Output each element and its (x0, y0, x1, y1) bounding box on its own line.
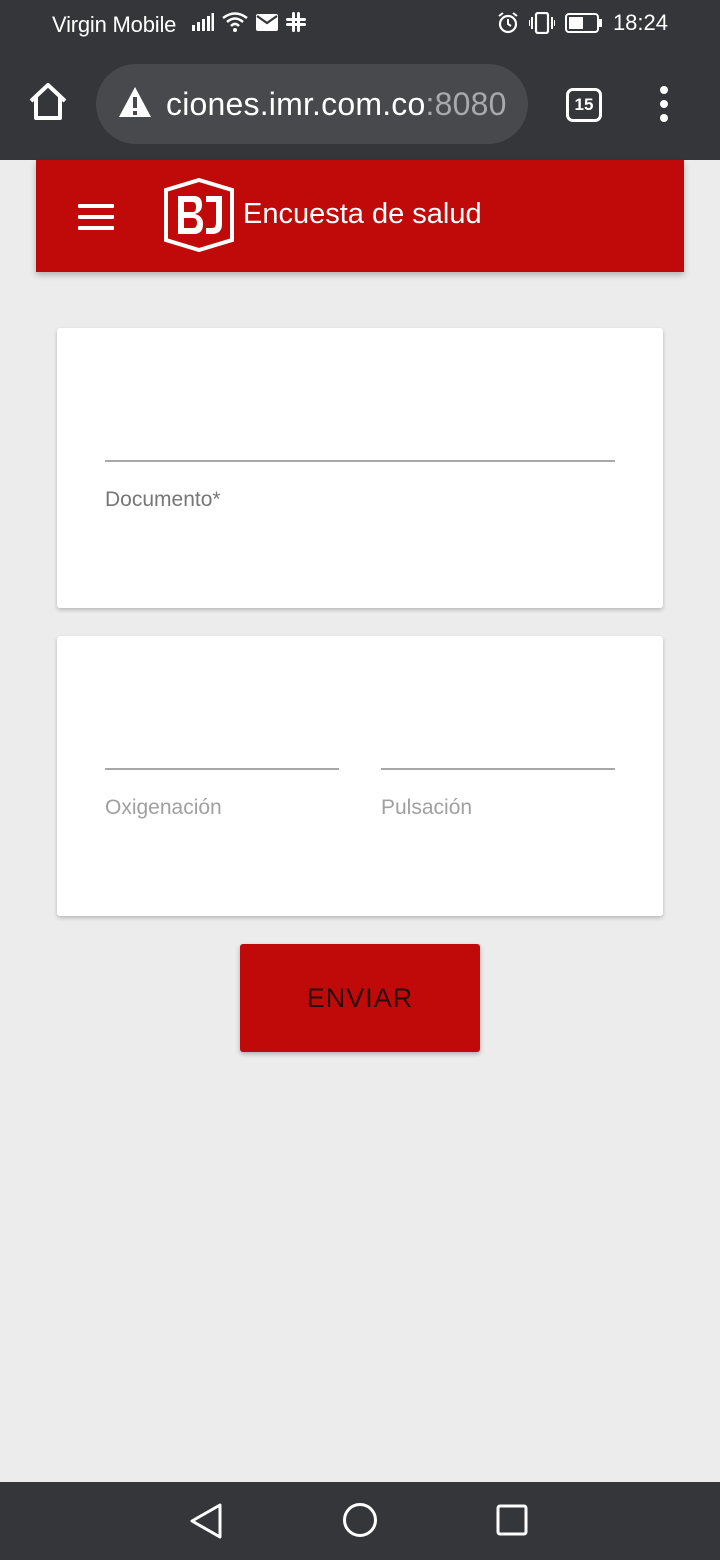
status-bar: Virgin Mobile 18:24 (0, 0, 720, 48)
home-icon[interactable] (26, 80, 70, 124)
tab-count: 15 (574, 95, 594, 114)
address-bar[interactable]: ciones.imr.com.co:8080 (96, 64, 528, 144)
navigation-bar (0, 1482, 720, 1560)
pulse-input[interactable] (381, 730, 615, 770)
document-field: Documento* (105, 422, 615, 512)
url-port: :8080 (425, 86, 507, 122)
mail-icon (256, 13, 278, 31)
browser-toolbar: ciones.imr.com.co:8080 15 (0, 48, 720, 160)
pulse-label: Pulsación (381, 796, 473, 819)
notification-icons (192, 12, 306, 32)
logo-icon (164, 178, 234, 252)
carrier-name: Virgin Mobile (52, 12, 177, 37)
vitals-card: Oxigenación Pulsación (57, 636, 663, 916)
alarm-icon (498, 12, 518, 34)
home-circle-icon[interactable] (342, 1502, 378, 1538)
recents-icon[interactable] (496, 1504, 528, 1536)
url-host: ciones.imr.com.co (166, 86, 426, 122)
document-card: Documento* (57, 328, 663, 608)
back-icon[interactable] (188, 1502, 224, 1540)
document-input[interactable] (105, 422, 615, 462)
more-vert-icon[interactable] (654, 86, 674, 124)
tab-switcher-button[interactable]: 15 (566, 88, 602, 122)
vibrate-icon (528, 12, 555, 34)
pulse-field: Pulsación (381, 730, 615, 820)
app-header: Encuesta de salud (36, 160, 684, 272)
oxygenation-label: Oxigenación (105, 796, 222, 819)
document-label: Documento* (105, 488, 221, 511)
battery-icon (564, 13, 602, 33)
signal-icon (192, 13, 214, 31)
page-title: Encuesta de salud (243, 198, 482, 230)
menu-icon[interactable] (78, 204, 114, 230)
submit-button[interactable]: ENVIAR (240, 944, 480, 1052)
slack-icon (286, 12, 306, 32)
oxygenation-input[interactable] (105, 730, 339, 770)
url-text[interactable]: ciones.imr.com.co:8080 (166, 86, 507, 123)
system-icons: 18:24 (497, 10, 668, 36)
clock: 18:24 (612, 10, 668, 35)
warning-icon[interactable] (118, 86, 152, 118)
wifi-icon (222, 12, 248, 32)
oxygenation-field: Oxigenación (105, 730, 339, 820)
